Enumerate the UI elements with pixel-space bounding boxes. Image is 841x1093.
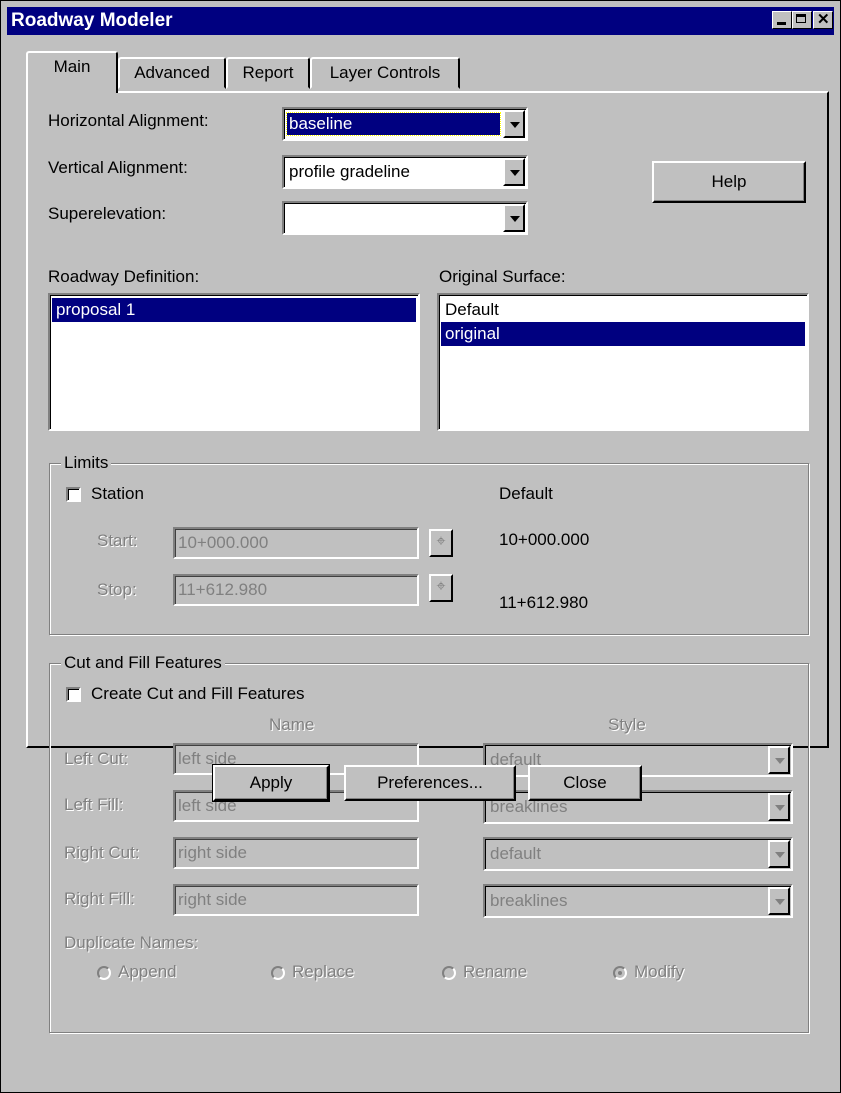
apply-button[interactable]: Apply — [212, 764, 330, 802]
help-button[interactable]: Help — [652, 161, 806, 203]
right-cut-style-value: default — [490, 844, 542, 863]
start-field[interactable]: 10+000.000 — [173, 527, 419, 559]
horizontal-alignment-value: baseline — [286, 112, 501, 136]
list-item[interactable]: proposal 1 — [52, 298, 416, 322]
left-cut-label: Left Cut: — [64, 749, 129, 768]
horizontal-alignment-label: Horizontal Alignment: — [48, 111, 209, 130]
close-button[interactable]: Close — [528, 765, 642, 801]
list-item[interactable]: original — [441, 322, 805, 346]
original-surface-list[interactable]: Default original — [437, 293, 809, 431]
roadway-definition-list[interactable]: proposal 1 — [48, 293, 420, 431]
left-fill-label: Left Fill: — [64, 795, 124, 814]
stop-label: Stop: — [97, 580, 137, 599]
modify-radio[interactable] — [613, 966, 627, 980]
right-fill-name-field[interactable]: right side — [173, 884, 419, 916]
rename-label: Rename — [463, 962, 528, 981]
tab-main-label: Main — [53, 57, 91, 76]
right-fill-style-select[interactable]: breaklines — [483, 884, 793, 918]
roadway-definition-label: Roadway Definition: — [48, 267, 200, 286]
list-item[interactable]: Default — [441, 298, 805, 322]
superelevation-select[interactable] — [282, 201, 528, 235]
right-fill-style-value: breaklines — [490, 891, 568, 910]
right-fill-label: Right Fill: — [64, 889, 135, 908]
style-header: Style — [608, 715, 646, 734]
title-bar[interactable]: Roadway Modeler — [7, 6, 834, 35]
roadway-modeler-window: Roadway Modeler Main Advanced Report Lay… — [0, 0, 841, 1093]
crosshair-icon[interactable]: ⌖ — [429, 529, 453, 557]
tab-advanced-label: Advanced — [134, 63, 210, 82]
minimize-icon[interactable] — [772, 11, 792, 29]
station-label: Station — [91, 484, 144, 503]
modify-label: Modify — [634, 962, 685, 981]
crosshair-icon[interactable]: ⌖ — [429, 574, 453, 602]
duplicate-names-label: Duplicate Names: — [64, 933, 199, 952]
stop-default-value: 11+612.980 — [499, 593, 589, 612]
preferences-button-label: Preferences... — [377, 773, 483, 792]
right-cut-style-select[interactable]: default — [483, 837, 793, 871]
default-header: Default — [499, 484, 553, 503]
chevron-down-icon[interactable] — [768, 746, 790, 774]
preferences-button[interactable]: Preferences... — [344, 765, 516, 801]
stop-field[interactable]: 11+612.980 — [173, 574, 419, 606]
create-cut-fill-label: Create Cut and Fill Features — [91, 684, 305, 703]
apply-button-label: Apply — [249, 773, 293, 792]
right-cut-label: Right Cut: — [64, 843, 140, 862]
help-button-label: Help — [711, 172, 747, 191]
create-cut-fill-checkbox[interactable] — [66, 687, 81, 702]
tab-layer-controls-label: Layer Controls — [329, 63, 441, 82]
replace-radio[interactable] — [271, 966, 285, 980]
chevron-down-icon[interactable] — [768, 887, 790, 915]
tab-report-label: Report — [242, 63, 294, 82]
name-header: Name — [269, 715, 315, 734]
start-default-value: 10+000.000 — [499, 530, 590, 549]
vertical-alignment-select[interactable]: profile gradeline — [282, 155, 528, 189]
chevron-down-icon[interactable] — [768, 793, 790, 821]
limits-title: Limits — [61, 453, 112, 473]
vertical-alignment-value: profile gradeline — [289, 162, 410, 181]
station-checkbox[interactable] — [66, 487, 81, 502]
horizontal-alignment-select[interactable]: baseline — [282, 107, 528, 141]
right-cut-name-field[interactable]: right side — [173, 837, 419, 869]
maximize-icon[interactable] — [792, 11, 812, 29]
chevron-down-icon[interactable] — [503, 204, 525, 232]
tab-advanced[interactable]: Advanced — [118, 57, 226, 89]
superelevation-value — [287, 207, 500, 229]
original-surface-label: Original Surface: — [439, 267, 566, 286]
window-title: Roadway Modeler — [11, 10, 173, 31]
superelevation-label: Superelevation: — [48, 204, 167, 223]
chevron-down-icon[interactable] — [768, 840, 790, 868]
cut-fill-title: Cut and Fill Features — [61, 653, 225, 673]
tab-layer-controls[interactable]: Layer Controls — [310, 57, 460, 89]
tab-report[interactable]: Report — [226, 57, 310, 89]
vertical-alignment-label: Vertical Alignment: — [48, 158, 188, 177]
start-label: Start: — [97, 531, 138, 550]
rename-radio[interactable] — [442, 966, 456, 980]
append-label: Append — [118, 962, 177, 981]
chevron-down-icon[interactable] — [503, 158, 525, 186]
append-radio[interactable] — [97, 966, 111, 980]
chevron-down-icon[interactable] — [503, 110, 525, 138]
tab-main[interactable]: Main — [26, 51, 118, 93]
close-icon[interactable] — [813, 6, 833, 34]
replace-label: Replace — [292, 962, 355, 981]
close-button-label: Close — [563, 773, 607, 792]
